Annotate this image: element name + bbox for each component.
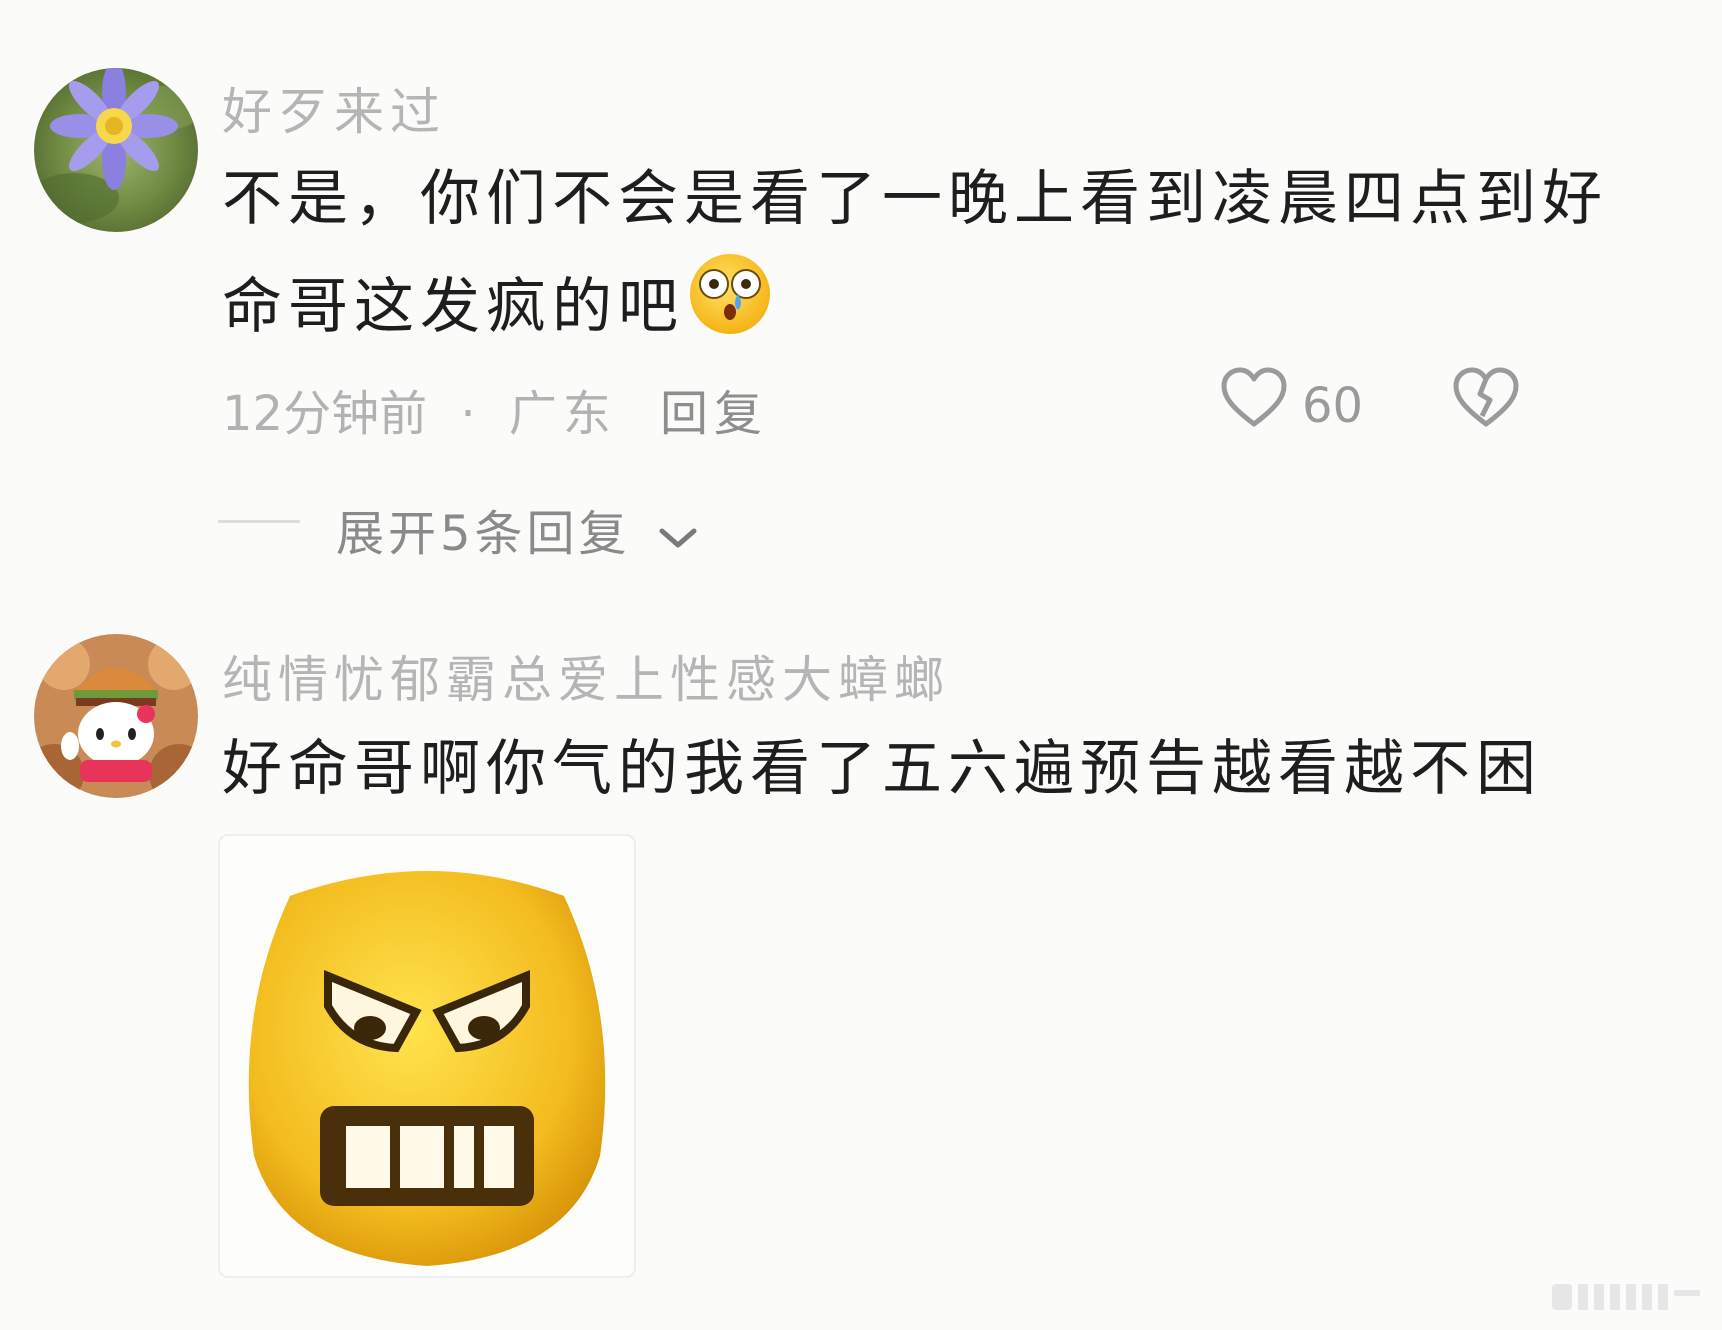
username[interactable]: 纯情忧郁霸总爱上性感大蟑螂: [222, 640, 950, 712]
angry-face-sticker: [248, 871, 606, 1266]
hello-kitty-burger-image: [34, 634, 198, 798]
comment-text: 不是，你们不会是看了一晚上看到凌晨四点到好命哥这发疯的吧: [222, 146, 1642, 369]
reply-button[interactable]: 回复: [660, 374, 768, 444]
comment-text-body: 不是，你们不会是看了一晚上看到凌晨四点到好命哥这发疯的吧: [222, 164, 1608, 343]
username[interactable]: 好歹来过: [222, 72, 446, 144]
location: 广东: [508, 386, 617, 442]
flushed-face-emoji: [688, 252, 772, 369]
heart-outline-icon[interactable]: [1220, 366, 1288, 434]
expand-replies-label: 展开5条回复: [336, 506, 631, 562]
comment-text: 好命哥啊你气的我看了五六遍预告越看越不困: [222, 734, 1542, 804]
avatar[interactable]: [34, 634, 198, 798]
sticker-image[interactable]: [218, 834, 636, 1278]
weibo-watermark-icon: [1552, 1276, 1712, 1320]
comment-meta: 12分钟前 · 广东: [222, 374, 617, 444]
broken-heart-icon[interactable]: [1452, 366, 1520, 434]
separator: ·: [460, 386, 476, 442]
expand-replies-button[interactable]: 展开5条回复: [336, 494, 700, 565]
chevron-down-icon: [656, 509, 700, 565]
timestamp: 12分钟前: [222, 386, 428, 442]
divider: [218, 520, 300, 523]
lotus-flower-image: [34, 68, 198, 232]
avatar[interactable]: [34, 68, 198, 232]
like-count: 60: [1302, 378, 1364, 434]
